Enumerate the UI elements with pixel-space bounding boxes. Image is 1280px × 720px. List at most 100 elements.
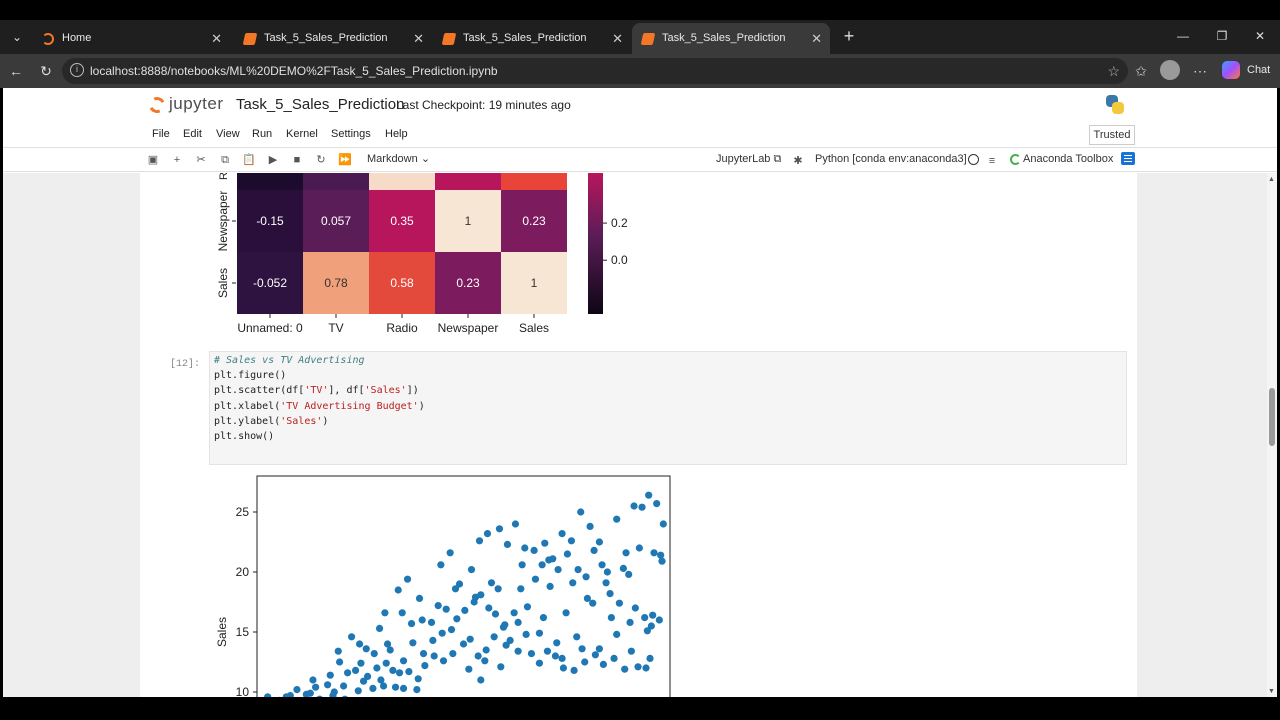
- scroll-down-arrow-icon[interactable]: ▼: [1268, 688, 1275, 695]
- scatter-point: [599, 660, 607, 668]
- browser-tab[interactable]: Task_5_Sales_Prediction ✕: [433, 23, 631, 54]
- copilot-chat-button[interactable]: Chat: [1216, 58, 1276, 82]
- hamburger-menu-icon[interactable]: ≡: [984, 153, 1000, 169]
- menu-file[interactable]: File: [152, 128, 170, 140]
- scatter-point: [545, 556, 553, 564]
- external-link-icon: ⧉: [773, 153, 782, 165]
- tab-search-chevron-icon[interactable]: ⌄: [6, 26, 28, 48]
- restore-window-icon[interactable]: ❐: [1203, 22, 1241, 50]
- browser-tab[interactable]: Task_5_Sales_Prediction ✕: [234, 23, 432, 54]
- jupyterlab-label: JupyterLab: [716, 153, 771, 165]
- chevron-down-icon: ⌄: [420, 153, 431, 165]
- browser-tab[interactable]: Home ✕: [32, 23, 230, 54]
- scrollbar-thumb[interactable]: [1269, 388, 1275, 446]
- scatter-point: [418, 616, 426, 624]
- scatter-point: [622, 549, 630, 557]
- scatter-point: [403, 575, 412, 583]
- sidebar-toggle-icon[interactable]: [1121, 152, 1135, 165]
- chat-label: Chat: [1247, 64, 1271, 76]
- heatmap-cell: [369, 173, 435, 190]
- menu-view[interactable]: View: [216, 128, 240, 140]
- menu-help[interactable]: Help: [385, 128, 408, 140]
- scatter-point: [382, 659, 390, 667]
- scatter-point: [421, 662, 429, 670]
- scatter-point: [610, 654, 618, 662]
- scatter-point: [461, 606, 469, 614]
- address-bar[interactable]: i localhost:8888/notebooks/ML%20DEMO%2FT…: [62, 58, 1128, 84]
- anaconda-toolbox-button[interactable]: Anaconda Toolbox: [1023, 153, 1113, 165]
- copy-icon[interactable]: ⧉: [217, 152, 233, 168]
- code-editor[interactable]: # Sales vs TV Advertising plt.figure() plt…: [209, 351, 1127, 465]
- jupyterlab-link[interactable]: JupyterLab ⧉: [716, 153, 781, 166]
- menu-edit[interactable]: Edit: [183, 128, 202, 140]
- jupyter-logo[interactable]: jupyter: [146, 94, 229, 116]
- close-window-icon[interactable]: ✕: [1241, 22, 1279, 50]
- browser-tab[interactable]: Task_5_Sales_Prediction ✕: [632, 23, 830, 54]
- menu-kernel[interactable]: Kernel: [286, 128, 318, 140]
- scatter-point: [501, 621, 509, 629]
- profile-avatar[interactable]: [1160, 60, 1180, 80]
- scatter-point: [399, 657, 408, 665]
- favorites-icon[interactable]: ✩: [1129, 59, 1153, 83]
- close-tab-icon[interactable]: ✕: [211, 23, 222, 54]
- scatter-point: [546, 582, 554, 590]
- trusted-indicator[interactable]: Trusted: [1089, 125, 1135, 145]
- insert-cell-icon[interactable]: +: [169, 152, 185, 168]
- last-checkpoint: Last Checkpoint: 19 minutes ago: [396, 98, 571, 112]
- copilot-icon: [1222, 61, 1240, 79]
- new-tab-button[interactable]: +: [838, 25, 860, 47]
- scatter-point: [419, 650, 428, 658]
- python-logo-icon: [1104, 94, 1126, 116]
- heatmap-cell-value: 0.23: [456, 276, 480, 290]
- browser-tab-strip: ⌄ Home ✕ Task_5_Sales_Prediction ✕ Task_5_Sa…: [0, 20, 1280, 54]
- minimize-icon[interactable]: —: [1164, 22, 1202, 50]
- close-tab-icon[interactable]: ✕: [413, 23, 424, 54]
- notebook-title[interactable]: Task_5_Sales_Prediction: [236, 96, 404, 113]
- scatter-point: [567, 537, 576, 545]
- scatter-point: [595, 538, 603, 546]
- code-cell[interactable]: [12]: # Sales vs TV Advertising plt.figur…: [140, 351, 1137, 467]
- restart-icon[interactable]: ↻: [313, 152, 329, 168]
- scatter-point: [427, 618, 436, 626]
- cell-type-select[interactable]: Markdown ⌄: [367, 152, 430, 165]
- page-scrollbar[interactable]: ▲ ▼: [1267, 173, 1277, 697]
- run-icon[interactable]: ▶: [265, 152, 281, 168]
- code-line: plt.ylabel('Sales'): [214, 415, 329, 427]
- save-icon[interactable]: ▣: [145, 152, 161, 168]
- address-url[interactable]: localhost:8888/notebooks/ML%20DEMO%2FTas…: [90, 58, 498, 84]
- bookmark-star-icon[interactable]: ☆: [1107, 58, 1120, 84]
- interrupt-icon[interactable]: ■: [289, 152, 305, 168]
- close-tab-icon[interactable]: ✕: [811, 23, 822, 54]
- reload-icon[interactable]: ↻: [34, 59, 58, 83]
- scatter-point: [312, 683, 320, 691]
- kernel-name[interactable]: Python [conda env:anaconda3]: [815, 153, 967, 165]
- scatter-point: [574, 566, 582, 574]
- more-options-icon[interactable]: ⋯: [1188, 59, 1212, 83]
- scatter-point: [657, 551, 665, 559]
- scroll-up-arrow-icon[interactable]: ▲: [1268, 176, 1275, 183]
- back-arrow-icon[interactable]: ←: [4, 59, 28, 83]
- y-tick-label: 25: [236, 505, 250, 519]
- scatter-point: [483, 530, 492, 538]
- heatmap-cell: [435, 173, 501, 190]
- scatter-point: [634, 663, 642, 671]
- close-tab-icon[interactable]: ✕: [612, 23, 623, 54]
- scatter-point: [659, 520, 667, 528]
- cut-icon[interactable]: ✂: [193, 152, 209, 168]
- site-info-icon[interactable]: i: [70, 63, 84, 77]
- paste-icon[interactable]: 📋: [241, 152, 257, 168]
- menu-settings[interactable]: Settings: [331, 128, 371, 140]
- scatter-point: [336, 658, 344, 666]
- code-line: plt.scatter(df['TV'], df['Sales']): [214, 385, 419, 397]
- scatter-point: [485, 604, 493, 612]
- browser-tab-label: Task_5_Sales_Prediction: [662, 32, 786, 44]
- browser-toolbar: ← ↻ i localhost:8888/notebooks/ML%20DEMO…: [0, 54, 1280, 88]
- debugger-bug-icon[interactable]: ✱: [790, 153, 806, 169]
- menu-run[interactable]: Run: [252, 128, 272, 140]
- run-all-icon[interactable]: ⏩: [337, 152, 353, 168]
- scatter-point: [389, 666, 397, 674]
- scatter-point: [459, 640, 468, 648]
- scatter-point: [577, 508, 585, 516]
- scatter-point: [477, 676, 485, 684]
- scatter-point: [625, 570, 633, 578]
